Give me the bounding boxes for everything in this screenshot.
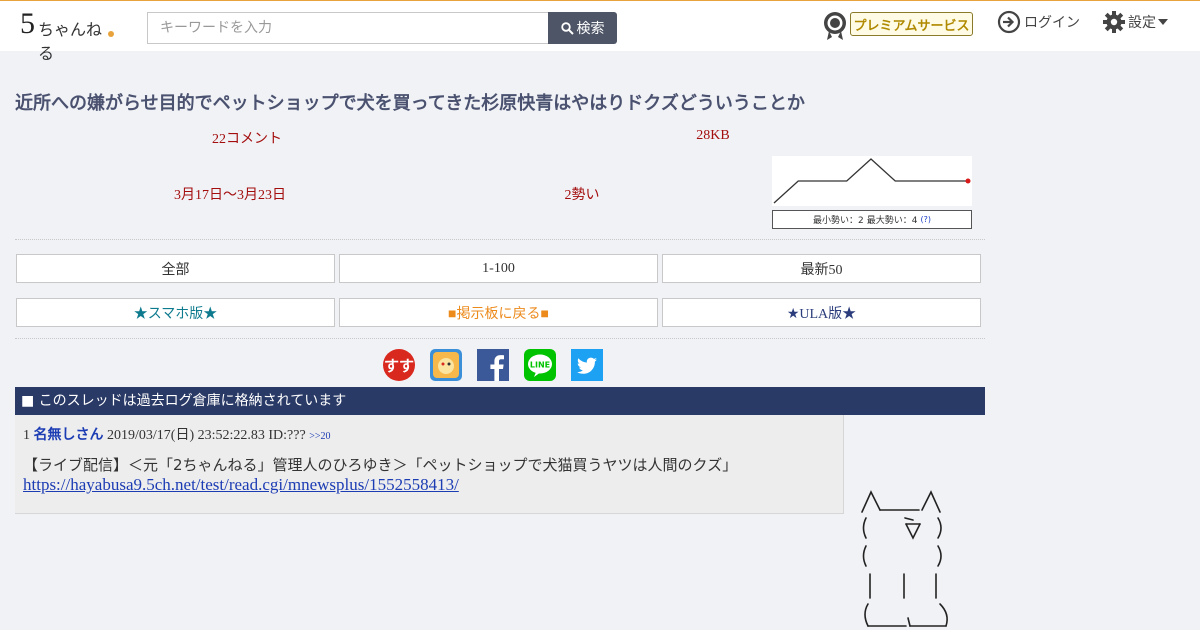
- line-icon[interactable]: LINE: [524, 349, 556, 381]
- search-input[interactable]: キーワードを入力: [147, 12, 549, 44]
- archived-notice: ■ このスレッドは過去ログ倉庫に格納されています: [15, 387, 985, 415]
- divider: [15, 338, 985, 339]
- ikioi-value: 2勢い: [564, 188, 600, 203]
- post-author[interactable]: 名無しさん: [34, 427, 104, 443]
- thread-size: 28KB: [696, 128, 730, 143]
- post-meta: 1 名無しさん 2019/03/17(日) 23:52:22.83 ID:???…: [23, 424, 330, 444]
- post-body: 【ライブ配信】＜元「2ちゃんねる」管理人のひろゆき＞「ペットショップで犬猫買うヤ…: [23, 456, 738, 474]
- ikioi-current-point: [965, 178, 971, 184]
- search-button[interactable]: 検索: [548, 12, 617, 44]
- divider: [15, 239, 985, 240]
- line-icon-label: LINE: [530, 361, 550, 370]
- appli-icon[interactable]: [430, 349, 462, 381]
- ula-version-button[interactable]: ★ULA版★: [662, 298, 981, 327]
- logo-dot: [108, 31, 114, 37]
- facebook-icon[interactable]: [477, 349, 509, 381]
- post-datetime: 2019/03/17(日) 23:52:22.83: [107, 428, 265, 443]
- post-number: 1: [23, 428, 30, 443]
- view-1-100-button[interactable]: 1-100: [339, 254, 658, 283]
- logo-text: ちゃんねる: [38, 20, 103, 63]
- view-latest-50-button[interactable]: 最新50: [662, 254, 981, 283]
- back-to-board-button[interactable]: ■掲示板に戻る■: [339, 298, 658, 327]
- login-label: ログイン: [1024, 15, 1080, 31]
- ikioi-sparkline: [772, 156, 972, 206]
- site-logo[interactable]: 5 ちゃんねる: [20, 7, 116, 63]
- post-1: 1 名無しさん 2019/03/17(日) 23:52:22.83 ID:???…: [15, 415, 844, 514]
- share-buttons: すす LINE: [383, 349, 603, 381]
- thread-title: 近所への嫌がらせ目的でペットショップで犬を買ってきた杉原快青はやはりドクズどうい…: [15, 93, 805, 114]
- date-range: 3月17日〜3月23日: [174, 188, 286, 203]
- range-nav: 全部 1-100 最新50: [16, 254, 981, 283]
- premium-badge-icon[interactable]: [823, 11, 847, 41]
- ikioi-legend-max: 最大勢い：4: [866, 216, 918, 226]
- gear-icon: [1103, 11, 1125, 33]
- caret-down-icon: [1158, 19, 1168, 25]
- post-reply-link[interactable]: >>20: [309, 431, 330, 442]
- search-button-label: 検索: [576, 21, 605, 37]
- post-id: ID:???: [268, 428, 306, 443]
- login-button[interactable]: ログイン: [997, 10, 1080, 34]
- version-nav: ★スマホ版★ ■掲示板に戻る■ ★ULA版★: [16, 298, 981, 327]
- ikioi-legend-min: 最小勢い：2: [813, 216, 864, 226]
- ikioi-help-link[interactable]: (?): [920, 215, 931, 224]
- ascii-cat-art: [861, 490, 948, 627]
- ikioi-line: [773, 158, 968, 204]
- search-icon: [560, 21, 574, 35]
- comment-count: 22コメント: [212, 132, 282, 147]
- smartphone-version-button[interactable]: ★スマホ版★: [16, 298, 335, 327]
- premium-service-button[interactable]: プレミアムサービス: [850, 12, 973, 36]
- post-link[interactable]: https://hayabusa9.5ch.net/test/read.cgi/…: [23, 475, 459, 495]
- twitter-icon[interactable]: [571, 349, 603, 381]
- view-all-button[interactable]: 全部: [16, 254, 335, 283]
- ikioi-legend: 最小勢い：2 最大勢い：4 (?): [772, 210, 972, 229]
- settings-menu[interactable]: 設定: [1102, 10, 1168, 34]
- svg-text:すす: すす: [384, 357, 414, 375]
- logo-five: 5: [20, 7, 35, 40]
- sukusuku-icon[interactable]: すす: [383, 349, 415, 381]
- top-bar: 5 ちゃんねる キーワードを入力 検索 プレミアムサービス ログイン 設定: [0, 0, 1200, 63]
- settings-label: 設定: [1128, 15, 1156, 31]
- login-icon: [997, 10, 1021, 34]
